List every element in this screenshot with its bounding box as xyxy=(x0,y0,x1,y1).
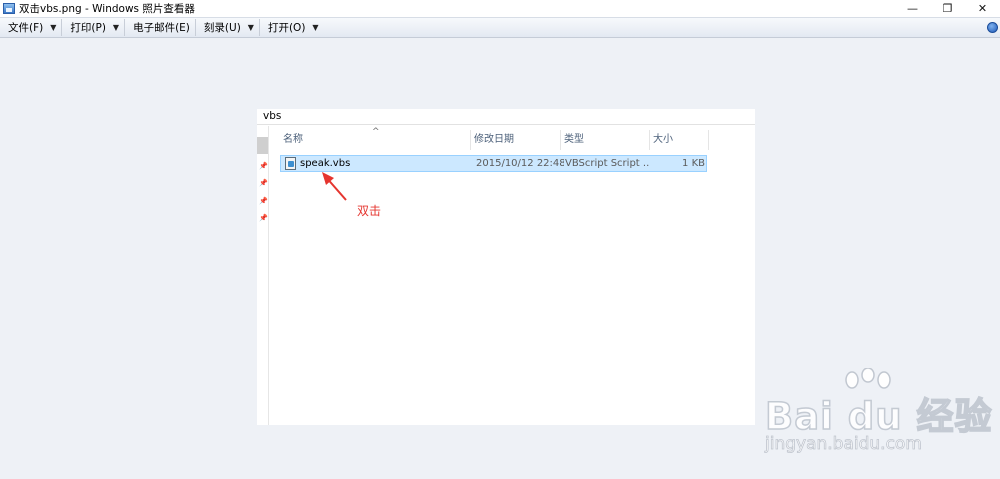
navigation-pane: 📌 📌 📌 📌 xyxy=(257,126,269,425)
annotation-text: 双击 xyxy=(357,204,382,218)
dropdown-arrow-icon: ▼ xyxy=(312,23,319,32)
minimize-button[interactable]: — xyxy=(895,0,930,17)
file-size: 1 KB xyxy=(682,158,705,169)
menu-print-label: 打印(P) xyxy=(70,22,106,34)
menu-burn[interactable]: 刻录(U) ▼ xyxy=(194,19,259,36)
window-title: 双击vbs.png - Windows 照片查看器 xyxy=(19,3,195,15)
nav-scrollbar xyxy=(257,137,268,154)
menu-burn-label: 刻录(U) xyxy=(203,22,241,34)
dropdown-arrow-icon: ▼ xyxy=(50,23,57,32)
column-header-modified: 修改日期 xyxy=(471,130,561,150)
close-button[interactable]: ✕ xyxy=(965,0,1000,17)
file-name: speak.vbs xyxy=(300,158,351,169)
window-controls: — ❐ ✕ xyxy=(895,0,1000,17)
help-icon[interactable] xyxy=(987,22,998,33)
photo-viewer-icon xyxy=(3,3,15,14)
pin-icon: 📌 xyxy=(259,197,268,205)
annotation-arrow-icon xyxy=(322,172,347,201)
restore-button[interactable]: ❐ xyxy=(930,0,965,17)
menu-open[interactable]: 打开(O) ▼ xyxy=(258,19,324,36)
title-bar: 双击vbs.png - Windows 照片查看器 — ❐ ✕ xyxy=(0,0,1000,17)
watermark-logo: Bai du 经验 xyxy=(764,394,993,439)
menu-file[interactable]: 文件(F) ▼ xyxy=(0,19,61,36)
menu-open-label: 打开(O) xyxy=(267,22,306,34)
menu-print[interactable]: 打印(P) ▼ xyxy=(61,19,124,36)
menu-email-label: 电子邮件(E) xyxy=(133,22,190,34)
menu-email[interactable]: 电子邮件(E) xyxy=(124,19,195,36)
column-header-type: 类型 xyxy=(561,130,650,150)
baidu-watermark: Bai du 经验 jingyan.baidu.com xyxy=(760,368,992,464)
pin-icon: 📌 xyxy=(259,179,268,187)
file-type: VBScript Script ... xyxy=(565,158,650,169)
vbs-file-icon xyxy=(285,157,296,170)
folder-title: vbs xyxy=(257,109,755,125)
file-modified: 2015/10/12 22:48 xyxy=(476,158,564,169)
watermark-url: jingyan.baidu.com xyxy=(765,434,923,455)
menu-bar: 文件(F) ▼ 打印(P) ▼ 电子邮件(E) 刻录(U) ▼ 打开(O) ▼ xyxy=(0,17,1000,38)
pin-icon: 📌 xyxy=(259,162,268,170)
pin-icon: 📌 xyxy=(259,214,268,222)
menu-file-label: 文件(F) xyxy=(8,22,44,34)
displayed-image: vbs 📌 📌 📌 📌 ^ 名称 修改日期 类型 大小 speak.vbs 20… xyxy=(257,109,755,425)
dropdown-arrow-icon: ▼ xyxy=(247,23,254,32)
dropdown-arrow-icon: ▼ xyxy=(112,23,120,32)
column-header-name: 名称 xyxy=(280,130,471,150)
column-header-row: 名称 修改日期 类型 大小 xyxy=(280,130,710,150)
column-header-size: 大小 xyxy=(650,130,709,150)
